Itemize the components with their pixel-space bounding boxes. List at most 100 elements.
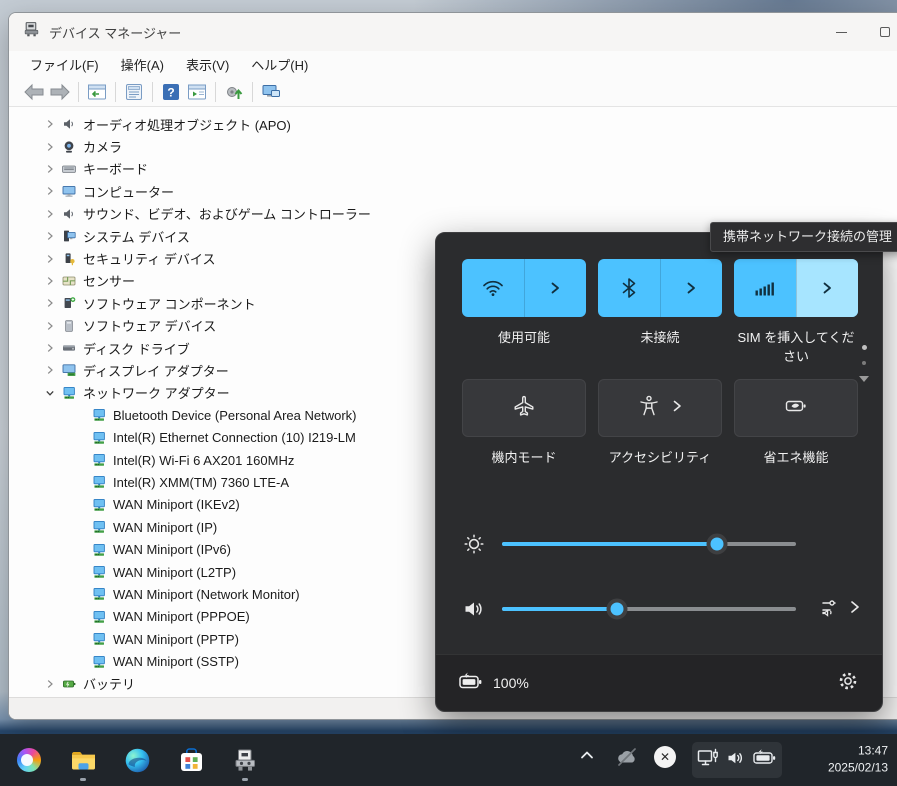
pager-dot-active[interactable] bbox=[862, 345, 867, 350]
tree-label: ソフトウェア デバイス bbox=[83, 316, 216, 335]
bluetooth-status-label: 未接続 bbox=[598, 329, 722, 367]
tree-label: Bluetooth Device (Personal Area Network) bbox=[113, 408, 357, 423]
tree-label: WAN Miniport (Network Monitor) bbox=[113, 587, 300, 602]
scan-hardware-button[interactable] bbox=[221, 80, 247, 104]
tree-chevron-right-icon[interactable] bbox=[43, 231, 57, 241]
wifi-tile[interactable] bbox=[462, 259, 586, 317]
audio-output-chevron-icon[interactable] bbox=[848, 599, 862, 620]
volume-thumb[interactable] bbox=[606, 599, 627, 620]
tree-chevron-right-icon[interactable] bbox=[43, 164, 57, 174]
cellular-tile[interactable] bbox=[734, 259, 858, 317]
remote-computer-button[interactable] bbox=[258, 80, 284, 104]
taskbar-edge-button[interactable] bbox=[120, 743, 154, 777]
tree-chevron-right-icon[interactable] bbox=[43, 321, 57, 331]
menu-item-0[interactable]: ファイル(F) bbox=[19, 52, 110, 77]
network-adapter-icon bbox=[91, 497, 107, 513]
desktop: デバイス マネージャー ファイル(F)操作(A)表示(V)ヘルプ(H) ? オー… bbox=[0, 0, 897, 786]
tree-chevron-right-icon[interactable] bbox=[43, 254, 57, 264]
bluetooth-tile[interactable] bbox=[598, 259, 722, 317]
menu-item-2[interactable]: 表示(V) bbox=[175, 52, 240, 77]
tree-chevron-right-icon[interactable] bbox=[43, 119, 57, 129]
airplane-mode-tile[interactable] bbox=[462, 379, 586, 437]
menu-item-3[interactable]: ヘルプ(H) bbox=[240, 52, 319, 77]
energy-saver-tile[interactable] bbox=[734, 379, 858, 437]
tree-label: コンピューター bbox=[83, 182, 174, 201]
tree-chevron-right-icon[interactable] bbox=[43, 276, 57, 286]
brightness-icon bbox=[460, 531, 488, 557]
security-icon bbox=[61, 251, 77, 267]
tree-label: WAN Miniport (IP) bbox=[113, 520, 217, 535]
properties-button[interactable] bbox=[121, 80, 147, 104]
forward-button[interactable] bbox=[47, 80, 73, 104]
wifi-icon[interactable] bbox=[462, 259, 524, 317]
taskbar-clock[interactable]: 13:47 2025/02/13 bbox=[828, 743, 888, 778]
brightness-thumb[interactable] bbox=[706, 534, 727, 555]
network-adapter-icon bbox=[91, 631, 107, 647]
brightness-slider[interactable] bbox=[502, 542, 796, 546]
network-adapter-icon bbox=[91, 474, 107, 490]
tree-chevron-right-icon[interactable] bbox=[43, 343, 57, 353]
pager-expand-icon[interactable] bbox=[859, 376, 869, 382]
maximize-button[interactable] bbox=[863, 13, 897, 51]
tree-label: WAN Miniport (PPPOE) bbox=[113, 609, 250, 624]
running-indicator bbox=[80, 778, 86, 781]
tray-show-hidden-icons-button[interactable] bbox=[578, 746, 596, 769]
audio-output-mixer-icon[interactable] bbox=[820, 596, 842, 623]
tray-quick-settings-button[interactable] bbox=[692, 742, 782, 778]
audio-icon bbox=[61, 116, 77, 132]
tree-label: ディスク ドライブ bbox=[83, 339, 190, 358]
copilot-icon bbox=[17, 748, 41, 772]
tree-chevron-right-icon[interactable] bbox=[43, 298, 57, 308]
taskbar-explorer-button[interactable] bbox=[66, 743, 100, 777]
action-label-row: 機内モードアクセシビリティ省エネ機能 bbox=[462, 449, 858, 468]
action-pane-button[interactable] bbox=[184, 80, 210, 104]
tree-chevron-down-icon[interactable] bbox=[43, 388, 57, 398]
bluetooth-icon[interactable] bbox=[598, 259, 660, 317]
tree-chevron-right-icon[interactable] bbox=[43, 365, 57, 375]
energy-saver-icon bbox=[783, 393, 809, 424]
clock-date: 2025/02/13 bbox=[828, 760, 888, 777]
network-adapter-icon bbox=[91, 430, 107, 446]
settings-gear-icon[interactable] bbox=[836, 669, 860, 698]
volume-fill bbox=[502, 607, 617, 611]
taskbar-device-manager-button[interactable] bbox=[228, 743, 262, 777]
tree-chevron-right-icon[interactable] bbox=[43, 209, 57, 219]
help-button[interactable]: ? bbox=[158, 80, 184, 104]
keyboard-icon bbox=[61, 161, 77, 177]
cellular-expand-chevron-icon[interactable] bbox=[796, 259, 859, 317]
tray-onedrive-button[interactable] bbox=[614, 746, 640, 773]
menubar: ファイル(F)操作(A)表示(V)ヘルプ(H) bbox=[9, 51, 897, 77]
taskbar-store-button[interactable] bbox=[174, 743, 208, 777]
wifi-expand-chevron-icon[interactable] bbox=[524, 259, 587, 317]
cellular-icon[interactable] bbox=[734, 259, 796, 317]
brightness-row bbox=[460, 529, 862, 559]
tree-chevron-right-icon[interactable] bbox=[43, 142, 57, 152]
taskbar: ✕ 13:47 2025/02/13 bbox=[0, 734, 897, 786]
toolbar: ? bbox=[9, 77, 897, 107]
network-adapter-icon bbox=[61, 385, 77, 401]
tree-row-2[interactable]: キーボード bbox=[9, 158, 897, 180]
tray-presence-button[interactable]: ✕ bbox=[654, 746, 676, 768]
network-adapter-icon bbox=[91, 542, 107, 558]
menu-item-1[interactable]: 操作(A) bbox=[110, 52, 175, 77]
titlebar: デバイス マネージャー bbox=[9, 13, 897, 51]
tree-chevron-right-icon[interactable] bbox=[43, 679, 57, 689]
taskbar-copilot-button[interactable] bbox=[12, 743, 46, 777]
bluetooth-expand-chevron-icon[interactable] bbox=[660, 259, 723, 317]
tree-label: ネットワーク アダプター bbox=[83, 383, 230, 402]
pager-dot[interactable] bbox=[862, 361, 866, 365]
tree-label: Intel(R) Wi-Fi 6 AX201 160MHz bbox=[113, 453, 294, 468]
console-tree-button[interactable] bbox=[84, 80, 110, 104]
volume-slider[interactable] bbox=[502, 607, 796, 611]
tree-chevron-right-icon[interactable] bbox=[43, 186, 57, 196]
tree-label: WAN Miniport (IPv6) bbox=[113, 542, 231, 557]
minimize-button[interactable] bbox=[819, 13, 863, 51]
back-button[interactable] bbox=[21, 80, 47, 104]
tree-row-1[interactable]: カメラ bbox=[9, 135, 897, 157]
accessibility-tile[interactable] bbox=[598, 379, 722, 437]
network-adapter-icon bbox=[91, 586, 107, 602]
tree-row-0[interactable]: オーディオ処理オブジェクト (APO) bbox=[9, 113, 897, 135]
system-icon bbox=[61, 228, 77, 244]
tree-row-3[interactable]: コンピューター bbox=[9, 180, 897, 202]
battery-status[interactable]: 100% bbox=[458, 672, 529, 695]
